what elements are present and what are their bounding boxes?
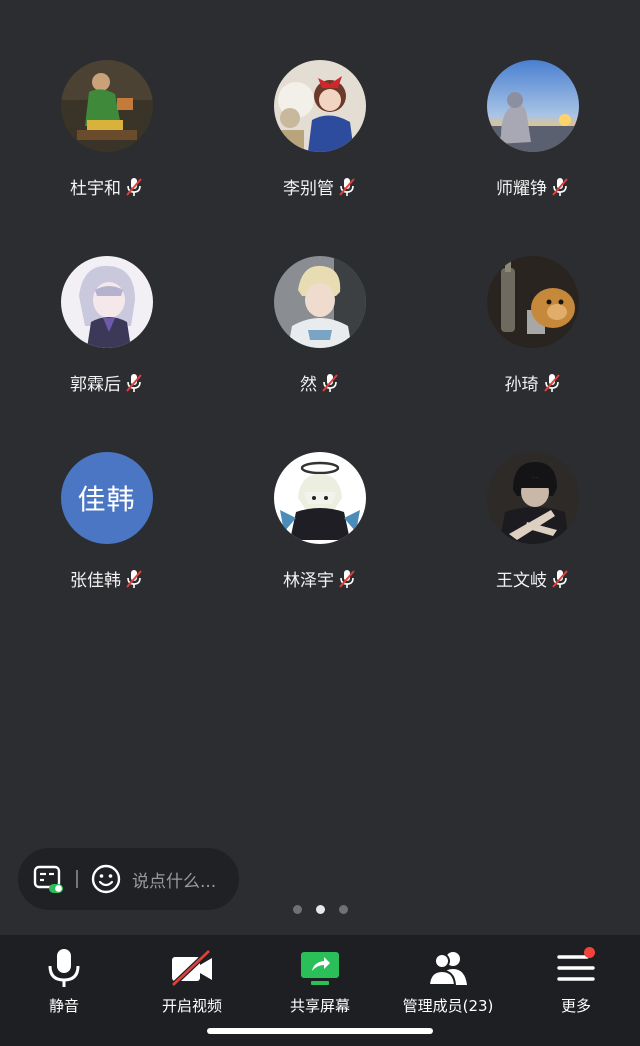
avatar [60,256,153,348]
participant-name-row: 郭霖后 [70,370,143,395]
participant-name: 李别管 [283,179,334,199]
page-dot[interactable] [292,905,302,914]
more-button[interactable]: 更多 [512,947,640,1016]
mute-label: 静音 [48,997,79,1015]
participant-name-row: 孙琦 [505,370,561,395]
participant-name: 王文岐 [496,571,547,591]
page-dot-active[interactable] [315,905,325,914]
avatar [486,452,579,544]
video-off-icon [169,947,215,989]
participant-name-row: 林泽宇 [283,566,356,591]
participant-name: 杜宇和 [70,179,121,199]
avatar [273,60,366,152]
participant-name: 师耀铮 [496,179,547,199]
page-dot[interactable] [338,905,348,914]
participant-tile[interactable]: 林泽宇 [213,452,426,602]
avatar [486,60,579,152]
chat-input-bar[interactable]: 说点什么... [18,848,239,910]
participant-name: 然 [300,375,317,395]
home-indicator[interactable] [207,1028,433,1034]
avatar [273,452,366,544]
avatar-image [60,256,153,348]
avatar-image [486,256,579,348]
share-screen-button[interactable]: 共享屏幕 [256,947,384,1016]
avatar-initials: 佳韩 [77,483,136,516]
divider [76,870,78,888]
microphone-icon [41,947,87,989]
avatar [486,256,579,348]
participant-tile[interactable]: 王文岐 [426,452,639,602]
avatar-image [60,60,153,152]
avatar: 佳韩 [60,452,153,544]
participant-name: 孙琦 [504,375,539,395]
manage-members-label: 管理成员(23) [402,997,494,1015]
participant-name-row: 张佳韩 [70,566,143,591]
mic-muted-icon [338,569,356,589]
start-video-label: 开启视频 [161,997,222,1015]
notification-dot [584,947,595,958]
avatar [60,60,153,152]
mic-muted-icon [551,569,569,589]
chat-input-placeholder[interactable]: 说点什么... [132,867,216,892]
participant-tile[interactable]: 李别管 [213,60,426,210]
more-menu-icon [553,947,599,989]
avatar-image [273,60,366,152]
participant-name-row: 师耀铮 [496,174,569,199]
mic-muted-icon [125,177,143,197]
participant-tile[interactable]: 杜宇和 [0,60,213,210]
more-label: 更多 [560,997,591,1015]
manage-members-button[interactable]: 管理成员(23) [384,947,512,1016]
participant-name-row: 王文岐 [496,566,569,591]
participant-name-row: 然 [300,370,339,395]
participant-name-row: 李别管 [283,174,356,199]
meeting-toolbar: 静音 开启视频 共享屏幕 管理成员(23) 更多 [0,935,640,1046]
page-indicator [0,905,640,914]
avatar-image [486,452,579,544]
share-screen-label: 共享屏幕 [289,997,350,1015]
mic-muted-icon [551,177,569,197]
mic-muted-icon [338,177,356,197]
participant-tile[interactable]: 郭霖后 [0,256,213,406]
mic-muted-icon [125,373,143,393]
members-icon [425,947,471,989]
participant-tile[interactable]: 师耀铮 [426,60,639,210]
avatar-image [486,60,579,152]
captions-icon[interactable] [32,863,64,895]
share-screen-icon [297,947,343,989]
mic-muted-icon [125,569,143,589]
avatar-image [273,256,366,348]
participant-tile[interactable]: 然 [213,256,426,406]
participant-name: 林泽宇 [283,571,334,591]
participant-tile[interactable]: 佳韩 张佳韩 [0,452,213,602]
mic-muted-icon [321,373,339,393]
start-video-button[interactable]: 开启视频 [128,947,256,1016]
emoji-icon[interactable] [90,863,122,895]
participant-tile[interactable]: 孙琦 [426,256,639,406]
mute-button[interactable]: 静音 [0,947,128,1016]
avatar-image [273,452,366,544]
participant-name-row: 杜宇和 [70,174,143,199]
participant-name: 郭霖后 [70,375,121,395]
avatar [273,256,366,348]
mic-muted-icon [543,373,561,393]
participant-name: 张佳韩 [70,571,121,591]
